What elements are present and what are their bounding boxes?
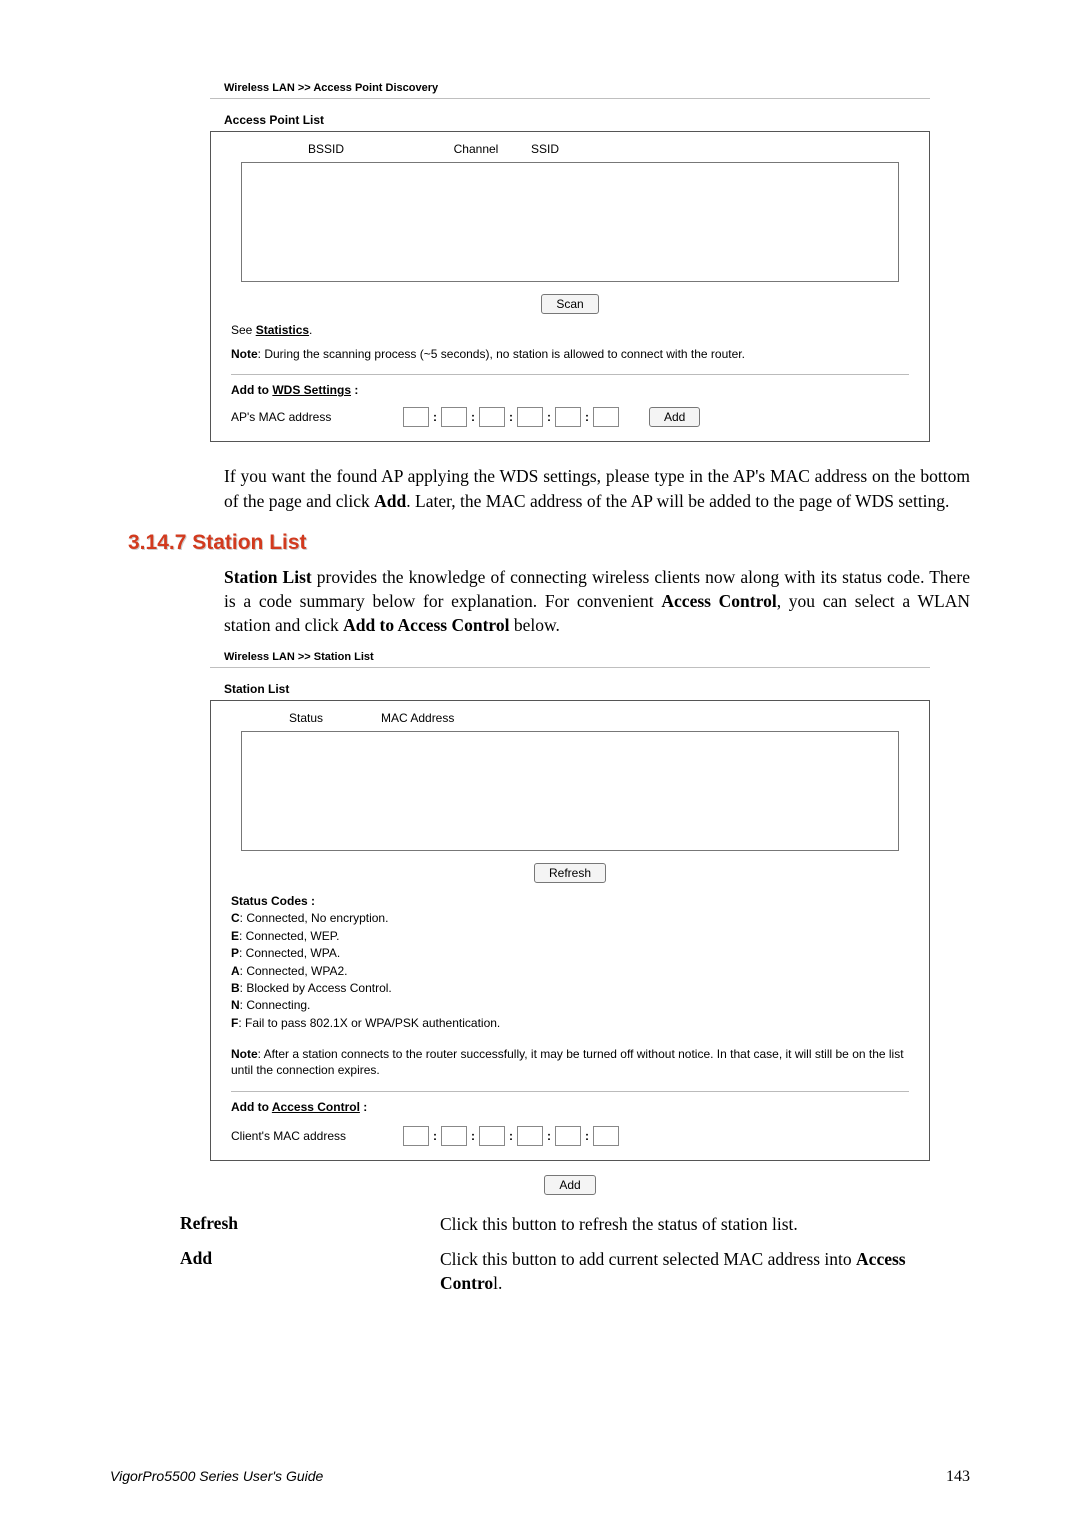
code-e: E: Connected, WEP. bbox=[231, 928, 909, 945]
scan-button[interactable]: Scan bbox=[541, 294, 598, 314]
col-ssid: SSID bbox=[531, 142, 641, 156]
code-a: A: Connected, WPA2. bbox=[231, 963, 909, 980]
panel-title-ap-list: Access Point List bbox=[224, 113, 930, 127]
wds-settings-link[interactable]: WDS Settings bbox=[272, 383, 351, 397]
breadcrumb-station: Wireless LAN >> Station List bbox=[224, 651, 970, 663]
client-mac-1[interactable] bbox=[403, 1126, 429, 1146]
refresh-button[interactable]: Refresh bbox=[534, 863, 606, 883]
ap-mac-2[interactable] bbox=[441, 407, 467, 427]
code-p: P: Connected, WPA. bbox=[231, 945, 909, 962]
client-mac-2[interactable] bbox=[441, 1126, 467, 1146]
footer-guide: VigorPro5500 Series User's Guide bbox=[110, 1468, 323, 1486]
desc-refresh-term: Refresh bbox=[180, 1213, 440, 1237]
see-after: . bbox=[309, 323, 312, 337]
col-bssid: BSSID bbox=[231, 142, 421, 156]
access-control-link[interactable]: Access Control bbox=[272, 1100, 360, 1114]
add-to-suffix: : bbox=[351, 383, 358, 397]
client-mac-5[interactable] bbox=[555, 1126, 581, 1146]
ap-mac-3[interactable] bbox=[479, 407, 505, 427]
ap-list-box[interactable] bbox=[241, 162, 899, 282]
statistics-link[interactable]: Statistics bbox=[256, 323, 309, 337]
body-para-2: Station List provides the knowledge of c… bbox=[224, 565, 970, 637]
add-ap-mac-button[interactable]: Add bbox=[649, 407, 700, 427]
add-to-label: Add to bbox=[231, 383, 272, 397]
panel-title-station-list: Station List bbox=[224, 682, 930, 696]
add-to-ac-suffix: : bbox=[360, 1100, 367, 1114]
ap-mac-5[interactable] bbox=[555, 407, 581, 427]
section-heading: 3.14.7 Station List bbox=[128, 531, 970, 555]
add-to-ac-prefix: Add to bbox=[231, 1100, 272, 1114]
status-codes-title: Status Codes : bbox=[231, 893, 909, 910]
ap-mac-6[interactable] bbox=[593, 407, 619, 427]
desc-add-def: Click this button to add current selecte… bbox=[440, 1248, 970, 1295]
col-status: Status bbox=[231, 711, 381, 725]
breadcrumb: Wireless LAN >> Access Point Discovery bbox=[224, 82, 970, 94]
code-n: N: Connecting. bbox=[231, 997, 909, 1014]
note-text-sl: : After a station connects to the router… bbox=[231, 1047, 904, 1077]
client-mac-label: Client's MAC address bbox=[231, 1129, 401, 1143]
ap-list-panel: BSSID Channel SSID Scan See Statistics. … bbox=[210, 131, 930, 442]
divider bbox=[210, 667, 930, 668]
code-b: B: Blocked by Access Control. bbox=[231, 980, 909, 997]
body-para-1: If you want the found AP applying the WD… bbox=[224, 464, 970, 512]
station-list-panel: Status MAC Address Refresh Status Codes … bbox=[210, 700, 930, 1161]
code-f: F: Fail to pass 802.1X or WPA/PSK authen… bbox=[231, 1015, 909, 1032]
client-mac-6[interactable] bbox=[593, 1126, 619, 1146]
note-prefix-sl: Note bbox=[231, 1047, 258, 1061]
client-mac-3[interactable] bbox=[479, 1126, 505, 1146]
desc-refresh-def: Click this button to refresh the status … bbox=[440, 1213, 970, 1237]
col-mac: MAC Address bbox=[381, 711, 561, 725]
col-channel: Channel bbox=[421, 142, 531, 156]
note-prefix: Note bbox=[231, 347, 258, 361]
see-label: See bbox=[231, 323, 256, 337]
ap-mac-label: AP's MAC address bbox=[231, 410, 401, 424]
ap-mac-1[interactable] bbox=[403, 407, 429, 427]
code-c: C: Connected, No encryption. bbox=[231, 910, 909, 927]
client-mac-4[interactable] bbox=[517, 1126, 543, 1146]
desc-add-term: Add bbox=[180, 1248, 440, 1295]
add-client-mac-button[interactable]: Add bbox=[544, 1175, 595, 1195]
ap-mac-4[interactable] bbox=[517, 407, 543, 427]
station-list-box[interactable] bbox=[241, 731, 899, 851]
divider bbox=[210, 98, 930, 99]
note-text: : During the scanning process (~5 second… bbox=[258, 347, 745, 361]
footer-page: 143 bbox=[946, 1468, 970, 1486]
